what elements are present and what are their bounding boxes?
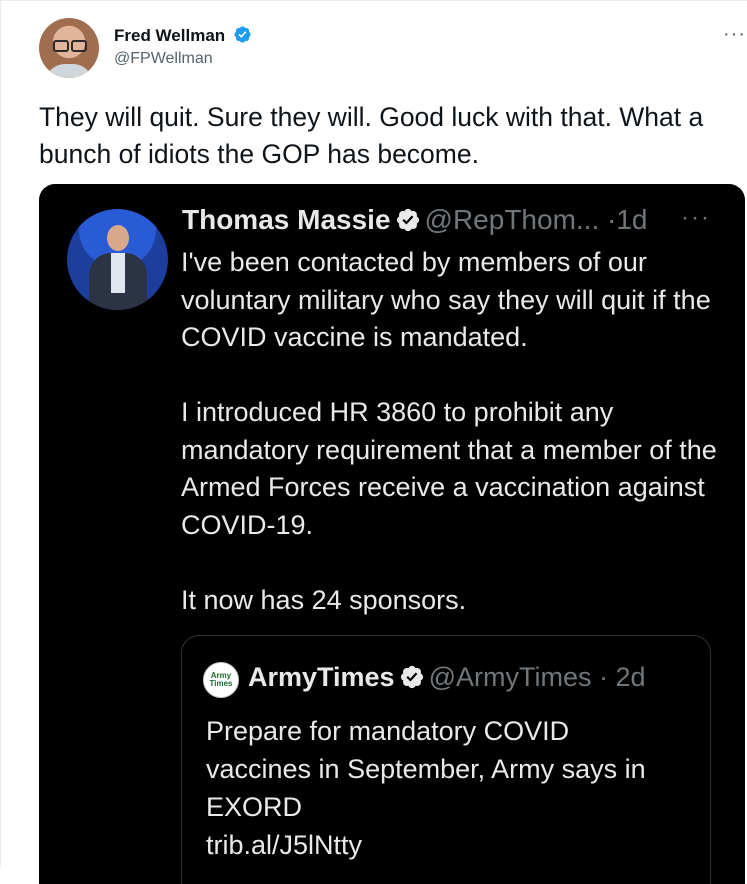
author-handle[interactable]: @FPWellman: [114, 50, 213, 68]
quoted-paragraph: I introduced HR 3860 to prohibit any man…: [181, 397, 717, 540]
author-avatar[interactable]: [39, 18, 99, 78]
tweet-text: They will quit. Sure they will. Good luc…: [39, 102, 704, 169]
inner-text-line: Prepare for mandatory COVID: [206, 716, 570, 746]
quoted-display-name: Thomas Massie: [182, 204, 391, 235]
inner-quoted-tweet: Army Times ArmyTimes @ArmyTimes · 2d Pre…: [181, 635, 711, 884]
quoted-paragraph: It now has 24 sponsors.: [181, 584, 467, 615]
inner-handle-time: @ArmyTimes · 2d: [428, 662, 646, 692]
quoted-author-name: Thomas Massie @RepThom... ·1d: [182, 204, 647, 236]
quoted-paragraph: I've been contacted by members of our vo…: [181, 247, 711, 352]
inner-display-name: ArmyTimes: [248, 662, 395, 692]
quoted-author-avatar: [67, 209, 168, 310]
verified-badge-icon: [234, 26, 251, 43]
quoted-more-icon: ···: [681, 204, 711, 231]
verified-badge-icon: [396, 208, 419, 232]
inner-text-line: EXORD: [206, 792, 303, 822]
tweet-card[interactable]: Fred Wellman @FPWellman ··· They will qu…: [0, 0, 747, 884]
army-times-logo: Army Times: [203, 662, 239, 698]
quoted-handle-time: @RepThom... ·1d: [424, 204, 648, 235]
embedded-screenshot[interactable]: Thomas Massie @RepThom... ·1d ··· I've b…: [39, 184, 745, 884]
verified-badge-icon: [400, 665, 423, 689]
avatar-glasses-right: [71, 40, 87, 52]
avatar-shirt: [45, 64, 93, 78]
inner-link: trib.al/J5lNtty: [206, 830, 363, 860]
avatar-head: [107, 225, 129, 251]
inner-text-line: vaccines in September, Army says in: [206, 754, 646, 784]
author-display-name[interactable]: Fred Wellman: [114, 25, 252, 46]
author-name-text: Fred Wellman: [114, 26, 226, 45]
inner-author-name: ArmyTimes @ArmyTimes · 2d: [248, 662, 646, 693]
more-options-icon[interactable]: ···: [723, 23, 746, 46]
inner-tweet-text: Prepare for mandatory COVID vaccines in …: [206, 712, 686, 864]
avatar-glasses-left: [53, 40, 69, 52]
quoted-tweet-text: I've been contacted by members of our vo…: [181, 244, 721, 657]
avatar-shirt: [111, 253, 125, 293]
